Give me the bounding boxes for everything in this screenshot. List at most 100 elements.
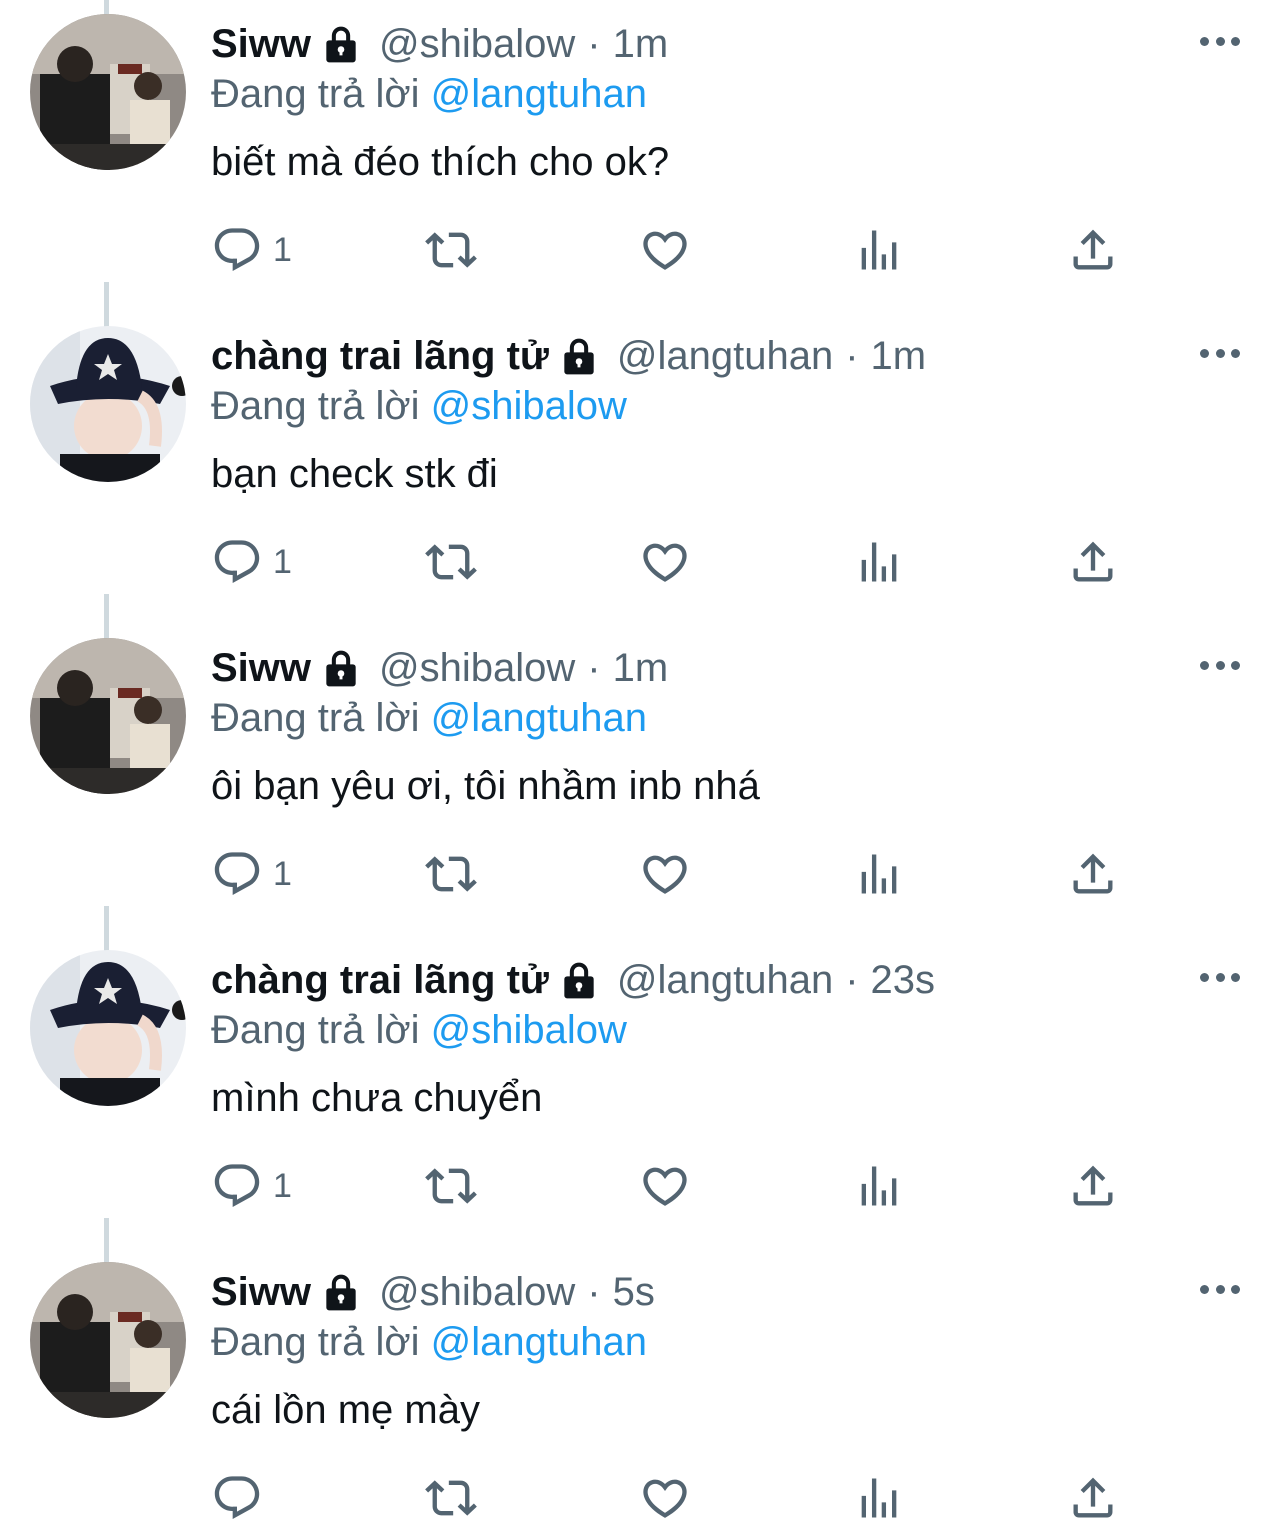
- tweet-header: chàng trai lãng tử @langtuhan · 23s: [211, 954, 935, 1006]
- tweet-text: biết mà đéo thích cho ok?: [211, 140, 670, 184]
- views-button[interactable]: [853, 222, 905, 278]
- reply-button[interactable]: [211, 1470, 273, 1526]
- share-button[interactable]: [1067, 1470, 1119, 1526]
- timestamp[interactable]: 1m: [613, 642, 669, 694]
- action-bar: 1: [211, 1158, 1131, 1214]
- share-button[interactable]: [1067, 222, 1119, 278]
- reply-button[interactable]: 1: [211, 222, 292, 278]
- mention-link[interactable]: @langtuhan: [431, 1320, 647, 1364]
- views-button[interactable]: [853, 1470, 905, 1526]
- more-icon[interactable]: [1200, 1274, 1240, 1304]
- user-handle[interactable]: @shibalow: [379, 18, 575, 70]
- like-button[interactable]: [639, 846, 691, 902]
- tweet[interactable]: chàng trai lãng tử @langtuhan · 1m Đang …: [0, 312, 1284, 624]
- tweet[interactable]: chàng trai lãng tử @langtuhan · 23s Đang…: [0, 936, 1284, 1248]
- replying-to-label: Đang trả lời: [211, 384, 420, 428]
- more-icon[interactable]: [1200, 962, 1240, 992]
- langtuhan-avatar-image: [30, 950, 186, 1106]
- reply-button[interactable]: 1: [211, 1158, 292, 1214]
- analytics-icon: [861, 1478, 897, 1518]
- views-button[interactable]: [853, 846, 905, 902]
- like-button[interactable]: [639, 534, 691, 590]
- like-button[interactable]: [639, 1158, 691, 1214]
- views-button[interactable]: [853, 1158, 905, 1214]
- like-button[interactable]: [639, 1470, 691, 1526]
- reply-count: 1: [273, 230, 292, 269]
- separator-dot: ·: [587, 646, 601, 690]
- avatar[interactable]: [30, 638, 186, 794]
- views-button[interactable]: [853, 534, 905, 590]
- siww-avatar-image: [30, 14, 186, 170]
- reply-button[interactable]: 1: [211, 534, 292, 590]
- action-bar: [211, 1470, 1131, 1526]
- avatar[interactable]: [30, 326, 186, 482]
- retweet-button[interactable]: [425, 846, 477, 902]
- display-name[interactable]: chàng trai lãng tử: [211, 954, 549, 1006]
- separator-dot: ·: [587, 22, 601, 66]
- more-icon[interactable]: [1200, 650, 1240, 680]
- lock-icon: [319, 1270, 363, 1314]
- share-icon: [1073, 1477, 1113, 1518]
- user-handle[interactable]: @langtuhan: [617, 330, 833, 382]
- user-handle[interactable]: @shibalow: [379, 1266, 575, 1318]
- share-icon: [1073, 853, 1113, 894]
- analytics-icon: [861, 230, 897, 270]
- tweet-header: Siww @shibalow · 1m: [211, 642, 668, 694]
- replying-to: Đang trả lời @langtuhan: [211, 68, 647, 120]
- analytics-icon: [861, 1166, 897, 1206]
- mention-link[interactable]: @shibalow: [431, 384, 627, 428]
- share-icon: [1073, 1165, 1113, 1206]
- share-icon: [1073, 541, 1113, 582]
- timestamp[interactable]: 1m: [613, 18, 669, 70]
- display-name[interactable]: Siww: [211, 642, 311, 694]
- mention-link[interactable]: @shibalow: [431, 1008, 627, 1052]
- replying-to: Đang trả lời @langtuhan: [211, 692, 647, 744]
- avatar[interactable]: [30, 14, 186, 170]
- reply-count: 1: [273, 854, 292, 893]
- share-button[interactable]: [1067, 1158, 1119, 1214]
- replying-to: Đang trả lời @shibalow: [211, 380, 627, 432]
- replying-to-label: Đang trả lời: [211, 696, 420, 740]
- heart-icon: [643, 231, 687, 270]
- share-button[interactable]: [1067, 534, 1119, 590]
- reply-button[interactable]: 1: [211, 846, 292, 902]
- timestamp[interactable]: 1m: [871, 330, 927, 382]
- action-bar: 1: [211, 222, 1131, 278]
- replying-to-label: Đang trả lời: [211, 1008, 420, 1052]
- timestamp[interactable]: 23s: [871, 954, 936, 1006]
- user-handle[interactable]: @langtuhan: [617, 954, 833, 1006]
- retweet-icon: [425, 232, 477, 268]
- tweet[interactable]: Siww @shibalow · 5s Đang trả lời @langtu…: [0, 1248, 1284, 1535]
- tweet-header: chàng trai lãng tử @langtuhan · 1m: [211, 330, 926, 382]
- more-icon[interactable]: [1200, 26, 1240, 56]
- heart-icon: [643, 1167, 687, 1206]
- display-name[interactable]: Siww: [211, 1266, 311, 1318]
- lock-icon: [319, 646, 363, 690]
- user-handle[interactable]: @shibalow: [379, 642, 575, 694]
- tweet-text: mình chưa chuyển: [211, 1076, 543, 1120]
- mention-link[interactable]: @langtuhan: [431, 72, 647, 116]
- avatar[interactable]: [30, 1262, 186, 1418]
- display-name[interactable]: Siww: [211, 18, 311, 70]
- mention-link[interactable]: @langtuhan: [431, 696, 647, 740]
- tweet-text: ôi bạn yêu ơi, tôi nhầm inb nhá: [211, 764, 760, 808]
- display-name[interactable]: chàng trai lãng tử: [211, 330, 549, 382]
- replying-to-label: Đang trả lời: [211, 72, 420, 116]
- analytics-icon: [861, 542, 897, 582]
- avatar[interactable]: [30, 950, 186, 1106]
- reply-icon: [214, 1476, 260, 1520]
- like-button[interactable]: [639, 222, 691, 278]
- more-icon[interactable]: [1200, 338, 1240, 368]
- heart-icon: [643, 543, 687, 582]
- share-button[interactable]: [1067, 846, 1119, 902]
- retweet-button[interactable]: [425, 1470, 477, 1526]
- tweet[interactable]: Siww @shibalow · 1m Đang trả lời @langtu…: [0, 624, 1284, 936]
- timestamp[interactable]: 5s: [613, 1266, 655, 1318]
- retweet-icon: [425, 1168, 477, 1204]
- replying-to: Đang trả lời @langtuhan: [211, 1316, 647, 1368]
- retweet-button[interactable]: [425, 1158, 477, 1214]
- tweet[interactable]: Siww @shibalow · 1m Đang trả lời @langtu…: [0, 0, 1284, 312]
- retweet-button[interactable]: [425, 534, 477, 590]
- retweet-button[interactable]: [425, 222, 477, 278]
- separator-dot: ·: [845, 958, 859, 1002]
